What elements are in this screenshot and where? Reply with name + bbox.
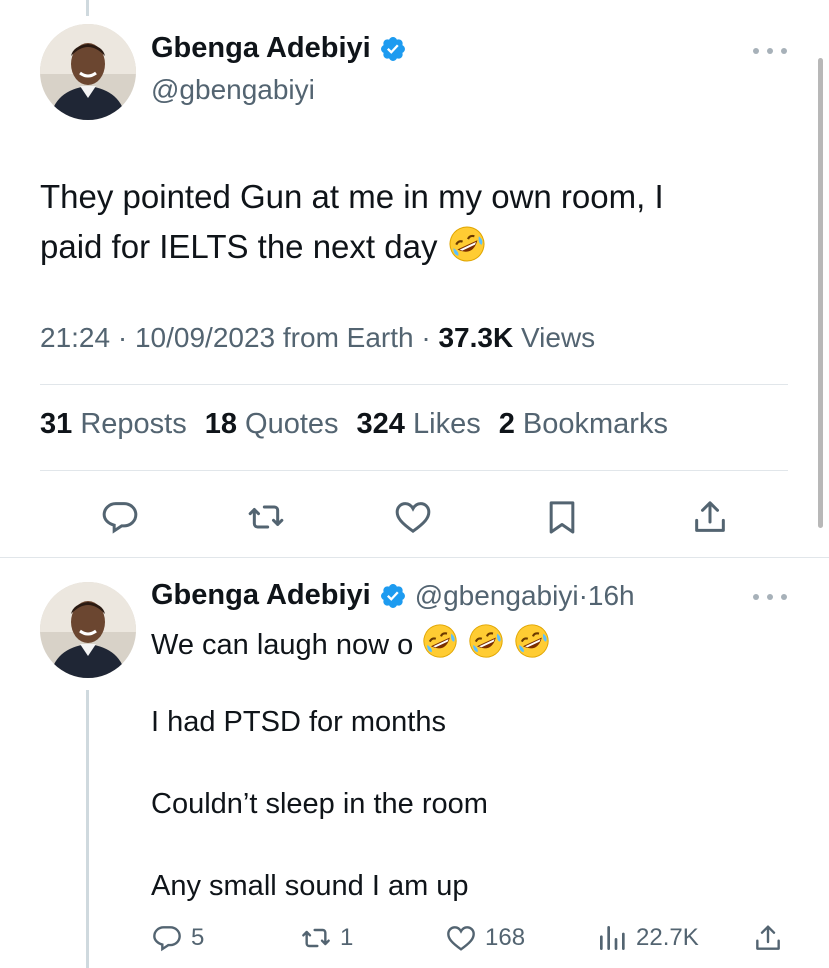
author-row: Gbenga Adebiyi (151, 32, 407, 65)
rofl-emoji-icon (421, 622, 459, 660)
tweet-text: They pointed Gun at me in my own room, I… (40, 172, 780, 272)
tweet-meta: 21:24 · 10/09/2023 from Earth · 37.3K Vi… (40, 322, 596, 353)
tweet-time[interactable]: 21:24 (40, 322, 110, 353)
share-icon (756, 925, 780, 950)
verified-badge-icon[interactable] (379, 582, 407, 610)
reply-more-options-icon[interactable] (753, 591, 787, 603)
reply-author-name[interactable]: Gbenga Adebiyi (151, 579, 371, 612)
reply-text-line: We can laugh now o (151, 622, 551, 662)
reply-author-handle[interactable]: @gbengabiyi (415, 580, 579, 612)
reply-reposts[interactable]: 1 (300, 922, 353, 954)
tweet-text-line: They pointed Gun at me in my own room, I (40, 178, 664, 215)
bookmarks-stat[interactable]: 2 Bookmarks (499, 408, 668, 441)
quotes-stat[interactable]: 18 Quotes (205, 408, 339, 441)
like-icon[interactable] (393, 497, 433, 537)
reply-age[interactable]: 16h (588, 580, 635, 612)
views-label: Views (520, 322, 596, 353)
reply-share[interactable] (752, 922, 784, 954)
tweet-date[interactable]: 10/09/2023 (135, 322, 275, 353)
reply-icon (153, 926, 181, 952)
reply-icon[interactable] (100, 497, 140, 537)
repost-count: 1 (340, 924, 354, 951)
share-icon[interactable] (690, 497, 730, 537)
author-name[interactable]: Gbenga Adebiyi (151, 32, 371, 65)
reply-avatar[interactable] (40, 582, 136, 678)
scrollbar[interactable] (818, 58, 823, 528)
verified-badge-icon[interactable] (379, 35, 407, 63)
thread-line-top (86, 0, 89, 16)
rofl-emoji-icon (513, 622, 551, 660)
rofl-emoji-icon (447, 224, 487, 264)
tweet-source: from Earth (282, 322, 414, 353)
engagement-stats: 31 Reposts 18 Quotes 324 Likes 2 Bookmar… (40, 408, 668, 441)
reply-replies[interactable]: 5 (151, 922, 204, 954)
views-count: 22.7K (636, 924, 699, 951)
more-options-icon[interactable] (753, 45, 787, 57)
thread-line-reply (86, 690, 89, 968)
like-count: 168 (485, 924, 526, 951)
reply-text-fragment: We can laugh now o (151, 629, 414, 661)
reply-likes[interactable]: 168 (445, 922, 525, 954)
reposts-stat[interactable]: 31 Reposts (40, 408, 187, 441)
tweet-separator (0, 557, 829, 558)
tweet-text-fragment: paid for IELTS the next day (40, 228, 438, 265)
author-handle[interactable]: @gbengabiyi (151, 74, 315, 106)
reply-views[interactable]: 22.7K (596, 922, 699, 954)
like-icon (447, 926, 475, 951)
repost-icon[interactable] (246, 497, 286, 537)
avatar[interactable] (40, 24, 136, 120)
reply-text-line: I had PTSD for months (151, 706, 446, 738)
separator-dot: · (578, 579, 588, 611)
bookmark-icon[interactable] (542, 497, 582, 537)
reply-text-line: Couldn’t sleep in the room (151, 788, 488, 820)
reply-author-row: Gbenga Adebiyi @gbengabiyi · 16h (151, 579, 635, 612)
tweet-text-line: paid for IELTS the next day (40, 222, 780, 272)
divider (40, 470, 788, 471)
views-icon (600, 926, 625, 950)
repost-icon (302, 928, 330, 948)
divider (40, 384, 788, 385)
reply-count: 5 (191, 924, 205, 951)
views-count: 37.3K (438, 322, 514, 353)
likes-stat[interactable]: 324 Likes (357, 408, 481, 441)
reply-text-line: Any small sound I am up (151, 870, 469, 902)
rofl-emoji-icon (467, 622, 505, 660)
